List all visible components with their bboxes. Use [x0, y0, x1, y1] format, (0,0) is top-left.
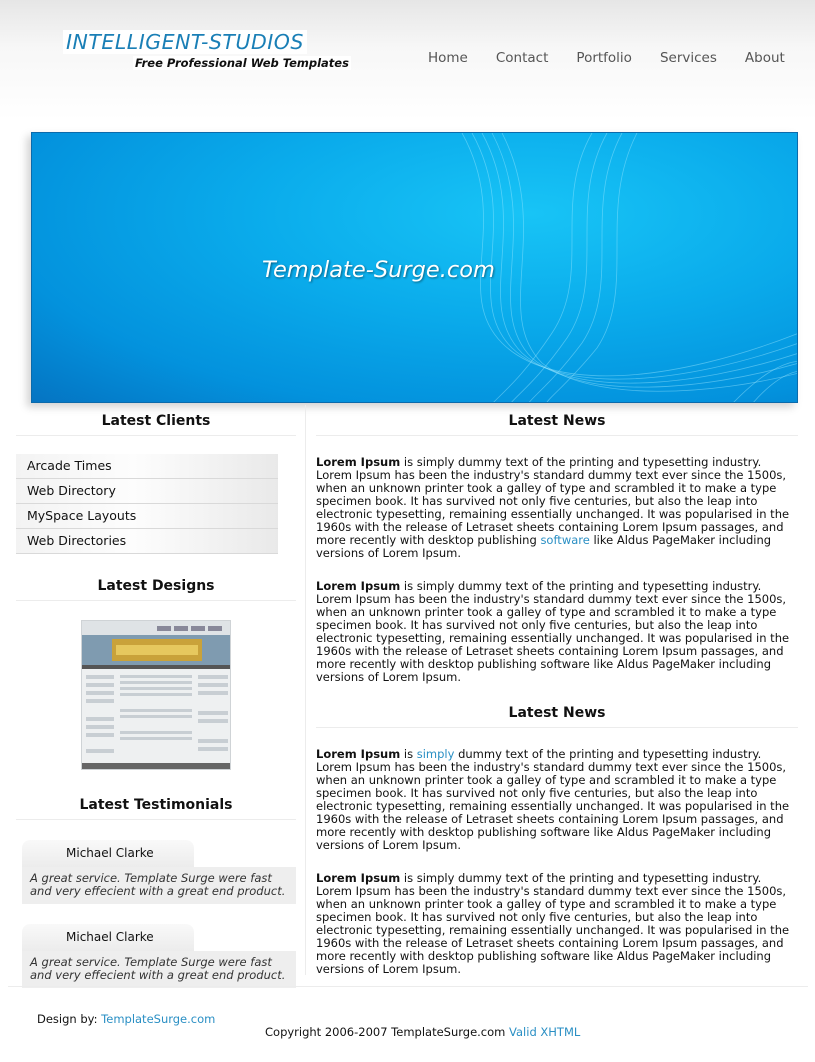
testimonial-text: A great service. Template Surge were fas… — [22, 867, 296, 904]
latest-testimonials-heading: Latest Testimonials — [16, 787, 296, 820]
column-divider — [305, 405, 306, 975]
nav-contact-link[interactable]: Contact — [482, 49, 563, 67]
logo-title[interactable]: INTELLIGENT-STUDIOS — [63, 30, 307, 54]
news-text: is simply dummy text of the printing and… — [316, 871, 790, 976]
news-paragraph: Lorem Ipsum is simply dummy text of the … — [316, 456, 798, 560]
testimonial-author: Michael Clarke — [22, 924, 194, 951]
main-nav: Home Contact Portfolio Services About — [414, 49, 799, 67]
news-text: dummy text of the printing and typesetti… — [316, 747, 790, 852]
left-column: Latest Clients Arcade Times Web Director… — [16, 403, 296, 988]
latest-clients-heading: Latest Clients — [16, 403, 296, 436]
client-item[interactable]: Web Directory — [16, 479, 278, 504]
news-text: is simply dummy text of the printing and… — [316, 579, 790, 684]
design-by-label: Design by: — [37, 1012, 102, 1026]
testimonials-list: Michael Clarke A great service. Template… — [16, 840, 296, 988]
testimonial-card: Michael Clarke A great service. Template… — [22, 924, 296, 988]
news-column: Latest News Lorem Ipsum is simply dummy … — [316, 403, 798, 976]
header: INTELLIGENT-STUDIOS Free Professional We… — [0, 0, 815, 120]
software-link[interactable]: software — [540, 533, 589, 547]
news-lead: Lorem Ipsum — [316, 747, 401, 761]
valid-xhtml-link[interactable]: Valid XHTML — [509, 1025, 580, 1039]
news-paragraph: Lorem Ipsum is simply dummy text of the … — [316, 748, 798, 852]
logo-subtitle: Free Professional Web Templates — [133, 56, 351, 70]
simply-link[interactable]: simply — [417, 747, 455, 761]
copyright-text: Copyright 2006-2007 TemplateSurge.com — [265, 1025, 510, 1039]
latest-news-heading: Latest News — [316, 403, 798, 436]
news-lead: Lorem Ipsum — [316, 579, 401, 593]
footer-divider — [8, 986, 808, 987]
copyright: Copyright 2006-2007 TemplateSurge.com Va… — [265, 1025, 580, 1039]
client-item[interactable]: Arcade Times — [16, 454, 278, 479]
news-paragraph: Lorem Ipsum is simply dummy text of the … — [316, 872, 798, 976]
hero-banner: Template-Surge.com — [31, 132, 798, 403]
clients-list: Arcade Times Web Directory MySpace Layou… — [16, 454, 278, 554]
news-paragraph: Lorem Ipsum is simply dummy text of the … — [316, 580, 798, 684]
design-preview-graphic — [82, 621, 230, 769]
nav-about-link[interactable]: About — [731, 49, 799, 67]
latest-news-heading: Latest News — [316, 695, 798, 728]
news-lead: Lorem Ipsum — [316, 455, 401, 469]
news-lead: Lorem Ipsum — [316, 871, 401, 885]
client-item[interactable]: MySpace Layouts — [16, 504, 278, 529]
templatesurge-link[interactable]: TemplateSurge.com — [101, 1012, 215, 1026]
design-thumbnail[interactable] — [81, 620, 231, 770]
testimonial-card: Michael Clarke A great service. Template… — [22, 840, 296, 904]
testimonial-author: Michael Clarke — [22, 840, 194, 867]
banner-text: Template-Surge.com — [262, 257, 495, 283]
nav-services-link[interactable]: Services — [646, 49, 731, 67]
design-by: Design by: TemplateSurge.com — [37, 1012, 215, 1026]
latest-designs-heading: Latest Designs — [16, 568, 296, 601]
testimonial-text: A great service. Template Surge were fas… — [22, 951, 296, 988]
nav-home-link[interactable]: Home — [414, 49, 482, 67]
client-item[interactable]: Web Directories — [16, 529, 278, 554]
nav-portfolio-link[interactable]: Portfolio — [562, 49, 646, 67]
news-text: is — [400, 747, 417, 761]
